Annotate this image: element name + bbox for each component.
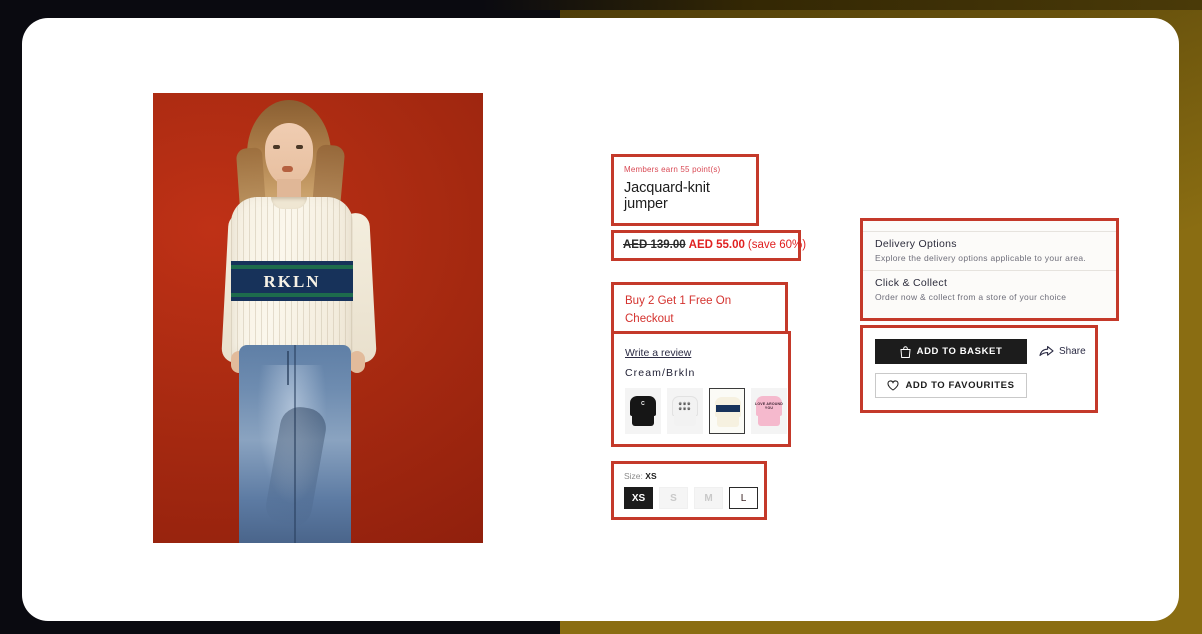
selected-colour-label: Cream/Brkln	[625, 367, 696, 379]
share-button[interactable]: Share	[1039, 345, 1086, 358]
desktop-frame: RKLN Members earn 55 point(s) Jacquard-k…	[0, 0, 1202, 634]
promotion-box[interactable]: Buy 2 Get 1 Free On Checkout	[611, 282, 788, 338]
size-option-xs[interactable]: XS	[624, 487, 653, 509]
model-face	[265, 123, 313, 185]
swatch-print-label: LOVE AROUND YOU	[755, 402, 783, 411]
delivery-options-subtitle: Explore the delivery options applicable …	[875, 253, 1087, 263]
price-box: AED 139.00 AED 55.00 (save 60%)	[611, 230, 806, 261]
band-stripe-bottom	[231, 293, 353, 297]
model-jeans	[239, 345, 351, 543]
share-label: Share	[1059, 346, 1086, 357]
add-to-favourites-button[interactable]: ADD TO FAVOURITES	[875, 373, 1027, 398]
swatch-print-pattern: ※※※ ※※※	[678, 401, 692, 411]
size-selected-value: XS	[645, 471, 657, 481]
size-label-prefix: Size:	[624, 471, 643, 481]
delivery-options-title: Delivery Options	[875, 238, 957, 250]
swatch-print-label: C	[641, 401, 645, 407]
click-and-collect-row[interactable]: Click & Collect Order now & collect from…	[863, 271, 1116, 309]
band-stripe-top	[231, 265, 353, 269]
band-logo-text: RKLN	[263, 272, 321, 291]
click-and-collect-title: Click & Collect	[875, 277, 948, 289]
delivery-options-box: Delivery Options Explore the delivery op…	[860, 218, 1119, 321]
product-title-box: Members earn 55 point(s) Jacquard-knit j…	[611, 154, 759, 226]
model-eye-right	[296, 145, 303, 149]
share-arrow-icon	[1039, 345, 1054, 358]
size-selector-box: Size: XS XS S M L	[611, 461, 767, 520]
colour-swatch-white-print[interactable]: ※※※ ※※※	[667, 388, 703, 434]
colour-swatch-list: C ※※※ ※※※ LOVE AROUND YOU	[625, 388, 788, 434]
model-eye-left	[273, 145, 280, 149]
add-to-favourites-label: ADD TO FAVOURITES	[905, 380, 1015, 391]
swatch-garment-bottom	[717, 416, 739, 427]
jumper-logo-band: RKLN	[231, 261, 353, 301]
swatch-garment-bottom	[674, 415, 696, 426]
swatch-logo-band	[716, 405, 740, 412]
colour-swatch-black-c[interactable]: C	[625, 388, 661, 434]
write-a-review-link[interactable]: Write a review	[625, 347, 691, 359]
size-option-list: XS S M L	[624, 487, 764, 509]
page-title: Jacquard-knit jumper	[624, 180, 710, 212]
size-option-m: M	[694, 487, 723, 509]
price-saving: (save 60%)	[747, 239, 807, 251]
model-lips	[282, 166, 293, 172]
promotion-text: Buy 2 Get 1 Free On Checkout	[625, 295, 732, 325]
price-current: AED 55.00	[688, 239, 745, 251]
browser-page: RKLN Members earn 55 point(s) Jacquard-k…	[22, 18, 1179, 621]
product-gallery[interactable]: RKLN	[153, 93, 483, 543]
delivery-options-row[interactable]: Delivery Options Explore the delivery op…	[863, 231, 1116, 271]
colour-selector-box: Write a review Cream/Brkln C ※※※ ※※※ LOV…	[611, 331, 791, 447]
jeans-fly	[287, 351, 289, 385]
colour-swatch-cream-brkln[interactable]	[709, 388, 745, 434]
swatch-garment-bottom	[758, 415, 780, 426]
price-line: AED 139.00 AED 55.00 (save 60%)	[623, 239, 806, 251]
size-option-s: S	[659, 487, 688, 509]
size-label: Size: XS	[624, 471, 764, 481]
product-hero-image[interactable]: RKLN	[153, 93, 483, 543]
colour-swatch-pink-love[interactable]: LOVE AROUND YOU	[751, 388, 787, 434]
swatch-garment-bottom	[632, 415, 654, 426]
price-original: AED 139.00	[623, 239, 686, 251]
member-points-text: Members earn 55 point(s)	[624, 165, 721, 174]
shopping-bag-icon	[900, 345, 911, 358]
model-hand-right	[349, 351, 365, 373]
heart-icon	[887, 380, 899, 391]
purchase-actions-box: ADD TO BASKET Share ADD TO FAVOURITES	[860, 325, 1098, 413]
add-to-basket-label: ADD TO BASKET	[916, 346, 1003, 357]
click-and-collect-subtitle: Order now & collect from a store of your…	[875, 292, 1067, 302]
add-to-basket-button[interactable]: ADD TO BASKET	[875, 339, 1027, 364]
size-option-l[interactable]: L	[729, 487, 758, 509]
primary-action-row: ADD TO BASKET Share	[875, 339, 1086, 364]
